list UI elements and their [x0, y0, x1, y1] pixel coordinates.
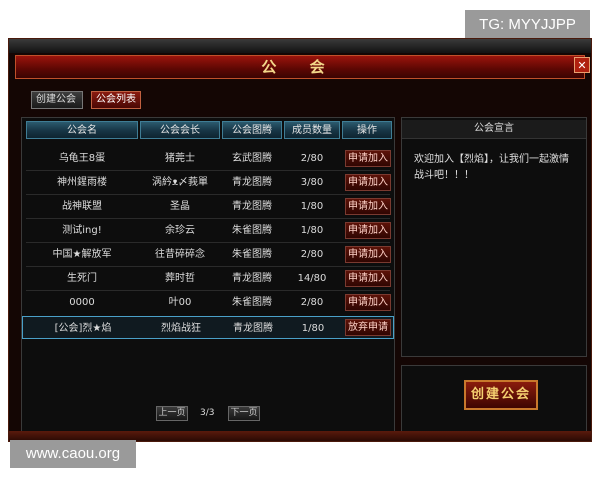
header-member-count: 成员数量 — [284, 121, 340, 139]
cell-guild-totem: 青龙图腾 — [232, 273, 272, 284]
watermark-top: TG: MYYJJPP — [465, 10, 590, 40]
apply-join-button[interactable]: 申请加入 — [345, 150, 391, 167]
cell-member-count: 2/80 — [300, 249, 324, 260]
window-title: 公 会 — [261, 58, 339, 76]
create-guild-button[interactable]: 创建公会 — [464, 380, 538, 410]
declaration-panel: 公会宣言 欢迎加入【烈焰】，让我们一起激情战斗吧！！！ — [401, 117, 587, 357]
cell-guild-name: 神州鍟雨楼 — [57, 177, 107, 188]
header-action: 操作 — [342, 121, 392, 139]
table-row[interactable]: 中国★解放军 往昔碎碎念 朱雀图腾 2/80 申请加入 — [22, 243, 394, 266]
cell-guild-leader: 涡紟ᴥ〆莪單 — [151, 177, 209, 188]
table-row[interactable]: 神州鍟雨楼 涡紟ᴥ〆莪單 青龙图腾 3/80 申请加入 — [22, 171, 394, 194]
prev-page-button[interactable]: 上一页 — [156, 406, 188, 421]
cell-guild-name: 生死门 — [67, 273, 97, 284]
tab-create-guild[interactable]: 创建公会 — [31, 91, 83, 109]
watermark-bottom: www.caou.org — [10, 440, 136, 468]
table-row[interactable]: 乌龟王8蛋 猪莞士 玄武图腾 2/80 申请加入 — [22, 147, 394, 170]
cell-guild-leader: 余珍云 — [165, 225, 195, 236]
cell-guild-name: 战神联盟 — [62, 201, 102, 212]
cell-member-count: 1/80 — [301, 323, 325, 334]
close-icon[interactable]: ✕ — [574, 57, 590, 73]
cell-guild-totem: 朱雀图腾 — [232, 225, 272, 236]
cell-member-count: 1/80 — [300, 225, 324, 236]
table-row-selected[interactable]: [公会]烈★焰 烈焰战狂 青龙图腾 1/80 放弃申请 — [22, 316, 394, 339]
declaration-text: 欢迎加入【烈焰】，让我们一起激情战斗吧！！！ — [414, 154, 569, 181]
cell-guild-leader: 叶00 — [168, 297, 192, 308]
cancel-application-button[interactable]: 放弃申请 — [345, 319, 391, 336]
cell-guild-name: 测试ing! — [62, 225, 102, 236]
create-panel: 创建公会 — [401, 365, 587, 435]
apply-join-button[interactable]: 申请加入 — [345, 294, 391, 311]
header-guild-totem: 公会图腾 — [222, 121, 282, 139]
tab-guild-list[interactable]: 公会列表 — [91, 91, 141, 109]
cell-guild-totem: 青龙图腾 — [232, 177, 272, 188]
table-row[interactable]: 生死门 葬时哲 青龙图腾 14/80 申请加入 — [22, 267, 394, 290]
apply-join-button[interactable]: 申请加入 — [345, 198, 391, 215]
page-indicator: 3/3 — [200, 408, 215, 418]
cell-member-count: 2/80 — [300, 153, 324, 164]
cell-guild-totem: 朱雀图腾 — [232, 249, 272, 260]
apply-join-button[interactable]: 申请加入 — [345, 174, 391, 191]
cell-guild-leader: 烈焰战狂 — [161, 323, 201, 334]
apply-join-button[interactable]: 申请加入 — [345, 270, 391, 287]
cell-member-count: 2/80 — [300, 297, 324, 308]
apply-join-button[interactable]: 申请加入 — [345, 246, 391, 263]
cell-guild-totem: 朱雀图腾 — [232, 297, 272, 308]
cell-guild-name: 乌龟王8蛋 — [58, 153, 106, 164]
title-bar: 公 会 ✕ — [15, 55, 590, 79]
cell-guild-totem: 青龙图腾 — [233, 323, 273, 334]
next-page-button[interactable]: 下一页 — [228, 406, 260, 421]
cell-guild-leader: 圣晶 — [170, 201, 190, 212]
window-top-strip — [9, 39, 591, 53]
cell-guild-totem: 青龙图腾 — [232, 201, 272, 212]
cell-member-count: 14/80 — [297, 273, 327, 284]
cell-guild-leader: 往昔碎碎念 — [155, 249, 205, 260]
cell-guild-leader: 葬时哲 — [165, 273, 195, 284]
cell-guild-leader: 猪莞士 — [165, 153, 195, 164]
cell-guild-name: 0000 — [69, 297, 95, 308]
guild-window: 公 会 ✕ 创建公会 公会列表 公会名 公会会长 公会图腾 成员数量 操作 乌龟… — [8, 38, 592, 442]
cell-member-count: 3/80 — [300, 177, 324, 188]
guild-list-panel: 公会名 公会会长 公会图腾 成员数量 操作 乌龟王8蛋 猪莞士 玄武图腾 2/8… — [21, 117, 395, 435]
cell-guild-totem: 玄武图腾 — [232, 153, 272, 164]
declaration-heading: 公会宣言 — [402, 120, 586, 139]
cell-member-count: 1/80 — [300, 201, 324, 212]
header-guild-name: 公会名 — [26, 121, 138, 139]
header-guild-leader: 公会会长 — [140, 121, 220, 139]
table-row[interactable]: 战神联盟 圣晶 青龙图腾 1/80 申请加入 — [22, 195, 394, 218]
apply-join-button[interactable]: 申请加入 — [345, 222, 391, 239]
cell-guild-name: 中国★解放军 — [52, 249, 112, 260]
cell-guild-name: [公会]烈★焰 — [54, 323, 112, 334]
table-row[interactable]: 测试ing! 余珍云 朱雀图腾 1/80 申请加入 — [22, 219, 394, 242]
table-row[interactable]: 0000 叶00 朱雀图腾 2/80 申请加入 — [22, 291, 394, 314]
